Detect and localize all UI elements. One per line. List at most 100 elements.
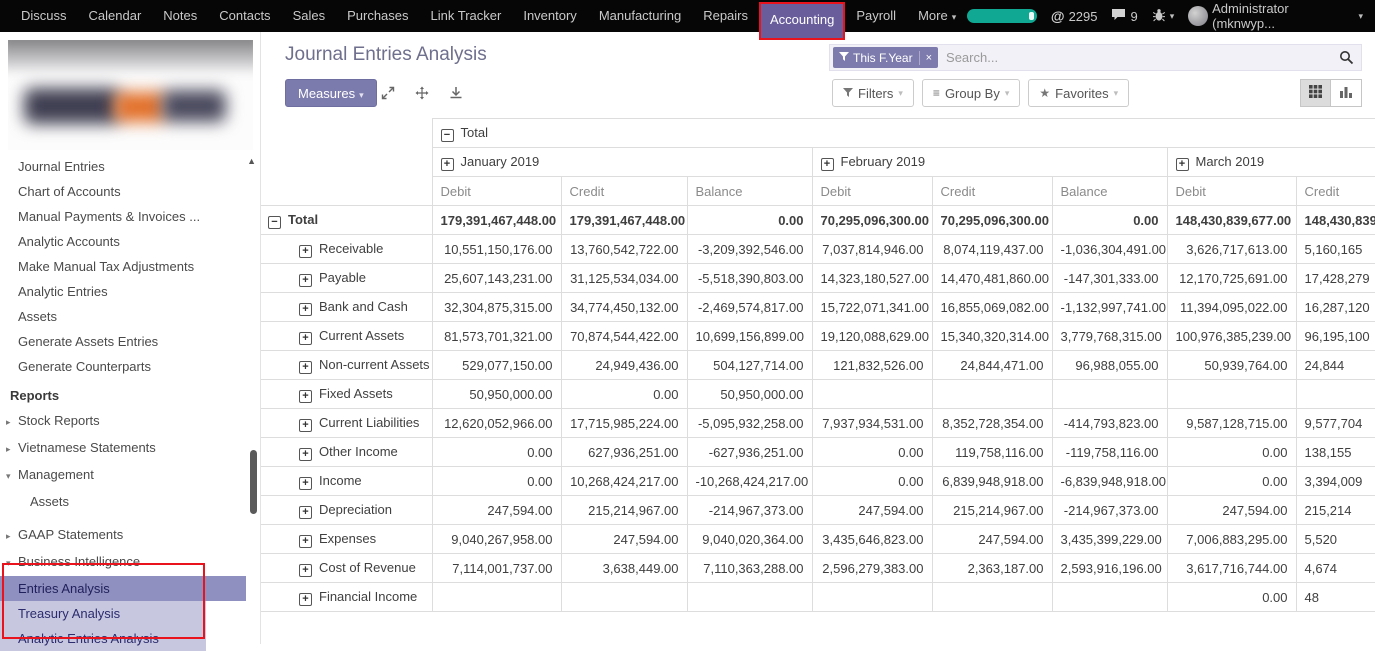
- pivot-cell[interactable]: 96,988,055.00: [1052, 351, 1167, 380]
- pivot-cell[interactable]: 5,160,165: [1296, 235, 1375, 264]
- row-header-total[interactable]: −Total: [261, 206, 432, 235]
- topbar-menu-inventory[interactable]: Inventory: [512, 0, 587, 32]
- sidebar-item-treasury-analysis[interactable]: Treasury Analysis: [0, 601, 206, 626]
- row-header-fixed-assets[interactable]: +Fixed Assets: [261, 380, 432, 409]
- pivot-cell[interactable]: 11,394,095,022.00: [1167, 293, 1296, 322]
- pivot-cell[interactable]: 7,110,363,288.00: [687, 554, 812, 583]
- sidebar-item-journal-entries[interactable]: Journal Entries: [0, 154, 260, 179]
- filters-button[interactable]: Filters ▾: [832, 79, 914, 107]
- pivot-cell[interactable]: 0.00: [1167, 467, 1296, 496]
- pivot-cell[interactable]: 13,760,542,722.00: [561, 235, 687, 264]
- pivot-cell[interactable]: -2,469,574,817.00: [687, 293, 812, 322]
- search-filter-tag[interactable]: This F.Year ×: [833, 47, 938, 68]
- pivot-cell[interactable]: 48: [1296, 583, 1375, 612]
- expand-icon[interactable]: +: [299, 477, 312, 490]
- topbar-menu-link-tracker[interactable]: Link Tracker: [420, 0, 513, 32]
- pivot-col-header-january-2019[interactable]: +January 2019: [432, 148, 812, 177]
- collapse-icon[interactable]: −: [268, 216, 281, 229]
- pivot-cell[interactable]: 121,832,526.00: [812, 351, 932, 380]
- pivot-cell[interactable]: [1296, 380, 1375, 409]
- expand-icon[interactable]: +: [441, 158, 454, 171]
- pivot-cell[interactable]: 9,040,267,958.00: [432, 525, 561, 554]
- expand-icon[interactable]: +: [299, 506, 312, 519]
- sidebar-item-entries-analysis[interactable]: Entries Analysis: [0, 576, 246, 601]
- pivot-cell[interactable]: 3,435,646,823.00: [812, 525, 932, 554]
- row-header-depreciation[interactable]: +Depreciation: [261, 496, 432, 525]
- pivot-cell[interactable]: [812, 380, 932, 409]
- pivot-cell[interactable]: 15,340,320,314.00: [932, 322, 1052, 351]
- pivot-cell[interactable]: [1052, 583, 1167, 612]
- pivot-cell[interactable]: 0.00: [432, 467, 561, 496]
- pivot-cell[interactable]: 5,520: [1296, 525, 1375, 554]
- pivot-cell[interactable]: 50,939,764.00: [1167, 351, 1296, 380]
- topbar-menu-sales[interactable]: Sales: [282, 0, 337, 32]
- measures-button[interactable]: Measures▾: [285, 79, 377, 107]
- pivot-cell[interactable]: 119,758,116.00: [932, 438, 1052, 467]
- pivot-cell[interactable]: 0.00: [1167, 438, 1296, 467]
- pivot-cell[interactable]: 2,363,187.00: [932, 554, 1052, 583]
- pivot-cell[interactable]: 138,155: [1296, 438, 1375, 467]
- row-header-current-assets[interactable]: +Current Assets: [261, 322, 432, 351]
- sidebar-item-analytic-entries-analysis[interactable]: Analytic Entries Analysis: [0, 626, 206, 651]
- pivot-cell[interactable]: 10,699,156,899.00: [687, 322, 812, 351]
- row-header-non-current-assets[interactable]: +Non-current Assets: [261, 351, 432, 380]
- pivot-cell[interactable]: 10,551,150,176.00: [432, 235, 561, 264]
- pivot-cell[interactable]: [1052, 380, 1167, 409]
- pivot-cell[interactable]: [932, 583, 1052, 612]
- pivot-cell[interactable]: 3,617,716,744.00: [1167, 554, 1296, 583]
- pivot-cell[interactable]: 627,936,251.00: [561, 438, 687, 467]
- measure-header-debit-6[interactable]: Debit: [1167, 177, 1296, 206]
- pivot-cell[interactable]: -1,132,997,741.00: [1052, 293, 1167, 322]
- sidebar-item-analytic-entries[interactable]: Analytic Entries: [0, 279, 260, 304]
- pivot-col-header-february-2019[interactable]: +February 2019: [812, 148, 1167, 177]
- scrollbar-thumb[interactable]: [250, 450, 257, 514]
- measure-header-balance-5[interactable]: Balance: [1052, 177, 1167, 206]
- measure-header-balance-2[interactable]: Balance: [687, 177, 812, 206]
- pivot-cell[interactable]: 2,593,916,196.00: [1052, 554, 1167, 583]
- topbar-menu-purchases[interactable]: Purchases: [336, 0, 419, 32]
- sidebar-item-analytic-accounts[interactable]: Analytic Accounts: [0, 229, 260, 254]
- scroll-up-icon[interactable]: ▲: [247, 156, 256, 166]
- pivot-cell[interactable]: 9,577,704: [1296, 409, 1375, 438]
- topbar-menu-calendar[interactable]: Calendar: [78, 0, 153, 32]
- pivot-cell[interactable]: 8,074,119,437.00: [932, 235, 1052, 264]
- pivot-cell[interactable]: 16,855,069,082.00: [932, 293, 1052, 322]
- sidebar-item-gaap-statements[interactable]: ▸GAAP Statements: [0, 522, 260, 549]
- collapse-icon[interactable]: −: [441, 129, 454, 142]
- sidebar-item-stock-reports[interactable]: ▸Stock Reports: [0, 408, 260, 435]
- pivot-cell[interactable]: 7,114,001,737.00: [432, 554, 561, 583]
- pivot-cell[interactable]: -5,518,390,803.00: [687, 264, 812, 293]
- expand-icon[interactable]: +: [299, 564, 312, 577]
- expand-icon[interactable]: +: [1176, 158, 1189, 171]
- pivot-cell[interactable]: 3,435,399,229.00: [1052, 525, 1167, 554]
- sidebar-item-chart-of-accounts[interactable]: Chart of Accounts: [0, 179, 260, 204]
- row-header-bank-and-cash[interactable]: +Bank and Cash: [261, 293, 432, 322]
- pivot-cell[interactable]: -3,209,392,546.00: [687, 235, 812, 264]
- pivot-cell[interactable]: 34,774,450,132.00: [561, 293, 687, 322]
- pivot-cell[interactable]: 17,715,985,224.00: [561, 409, 687, 438]
- expand-icon[interactable]: +: [299, 593, 312, 606]
- pivot-cell[interactable]: -10,268,424,217.00: [687, 467, 812, 496]
- expand-icon[interactable]: +: [299, 332, 312, 345]
- pivot-cell[interactable]: 8,352,728,354.00: [932, 409, 1052, 438]
- debug-menu[interactable]: ▾: [1152, 8, 1175, 25]
- pivot-cell[interactable]: 0.00: [1052, 206, 1167, 235]
- sidebar-item-manual-payments-invoices[interactable]: Manual Payments & Invoices ...: [0, 204, 260, 229]
- pivot-cell[interactable]: 12,170,725,691.00: [1167, 264, 1296, 293]
- pivot-cell[interactable]: 504,127,714.00: [687, 351, 812, 380]
- topbar-menu-payroll[interactable]: Payroll: [845, 0, 907, 32]
- topbar-menu-accounting[interactable]: Accounting: [759, 2, 845, 40]
- pivot-cell[interactable]: 247,594.00: [561, 525, 687, 554]
- pivot-cell[interactable]: 24,844: [1296, 351, 1375, 380]
- pivot-cell[interactable]: 3,779,768,315.00: [1052, 322, 1167, 351]
- pivot-cell[interactable]: 0.00: [687, 206, 812, 235]
- pivot-cell[interactable]: [1167, 380, 1296, 409]
- pivot-cell[interactable]: -1,036,304,491.00: [1052, 235, 1167, 264]
- pivot-cell[interactable]: 31,125,534,034.00: [561, 264, 687, 293]
- expand-icon[interactable]: +: [299, 419, 312, 432]
- pivot-cell[interactable]: 12,620,052,966.00: [432, 409, 561, 438]
- topbar-menu-repairs[interactable]: Repairs: [692, 0, 759, 32]
- remove-filter-icon[interactable]: ×: [920, 52, 938, 64]
- pivot-cell[interactable]: [812, 583, 932, 612]
- expand-icon[interactable]: +: [299, 303, 312, 316]
